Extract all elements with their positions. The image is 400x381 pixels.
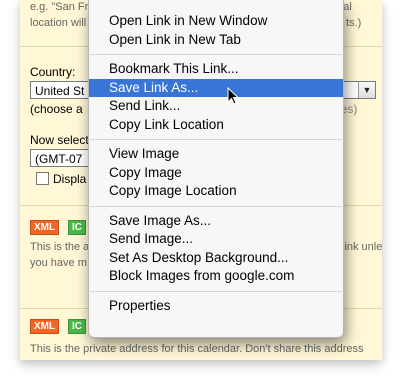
menu-separator — [90, 205, 342, 207]
private-address-text-3: you have m — [30, 257, 87, 269]
menu-item-view-image[interactable]: View Image — [89, 145, 343, 163]
menu-separator — [90, 290, 342, 292]
display-checkbox-label: Displa — [53, 172, 87, 186]
country-select-value: United St — [35, 84, 85, 98]
menu-item-block-images-from-google-com[interactable]: Block Images from google.com — [89, 267, 343, 285]
xml-feed-badge[interactable]: XML — [30, 319, 60, 334]
private-address-bottom-text: This is the private address for this cal… — [30, 343, 364, 355]
country-label: Country: — [30, 65, 76, 79]
menu-item-save-image-as[interactable]: Save Image As... — [89, 212, 343, 230]
chevron-down-icon: ▼ — [358, 82, 375, 98]
menu-item-save-link-as[interactable]: Save Link As... — [89, 78, 343, 97]
menu-item-copy-link-location[interactable]: Copy Link Location — [89, 116, 343, 134]
menu-item-set-as-desktop-background[interactable]: Set As Desktop Background... — [89, 249, 343, 267]
menu-item-copy-image[interactable]: Copy Image — [89, 164, 343, 182]
location-hint-text-2: location will — [30, 17, 87, 29]
private-address-text: This is the a — [30, 241, 90, 253]
menu-item-send-image[interactable]: Send Image... — [89, 230, 343, 248]
display-checkbox[interactable] — [36, 172, 49, 185]
context-menu: Open Link in New Window Open Link in New … — [88, 0, 344, 338]
ical-feed-badge[interactable]: IC — [68, 220, 86, 235]
menu-separator — [90, 139, 342, 140]
menu-separator — [90, 54, 342, 55]
mouse-pointer-icon — [227, 87, 240, 105]
xml-feed-badge[interactable]: XML — [30, 220, 60, 235]
choose-timezone-text: (choose a — [30, 102, 83, 116]
location-hint-text-3: ts.) — [346, 17, 362, 29]
timezone-select-value: (GMT-07 — [35, 152, 83, 166]
menu-item-properties[interactable]: Properties — [89, 297, 343, 315]
ical-feed-badge[interactable]: IC — [68, 319, 86, 334]
menu-item-send-link[interactable]: Send Link... — [89, 97, 343, 115]
menu-item-copy-image-location[interactable]: Copy Image Location — [89, 182, 343, 200]
menu-item-bookmark-this-link[interactable]: Bookmark This Link... — [89, 60, 343, 78]
select-timezone-label: Now select — [30, 133, 89, 147]
menu-item-open-link-in-new-window[interactable]: Open Link in New Window — [89, 12, 343, 30]
menu-item-open-link-in-new-tab[interactable]: Open Link in New Tab — [89, 31, 343, 49]
private-address-text-2: link unless — [342, 241, 382, 253]
